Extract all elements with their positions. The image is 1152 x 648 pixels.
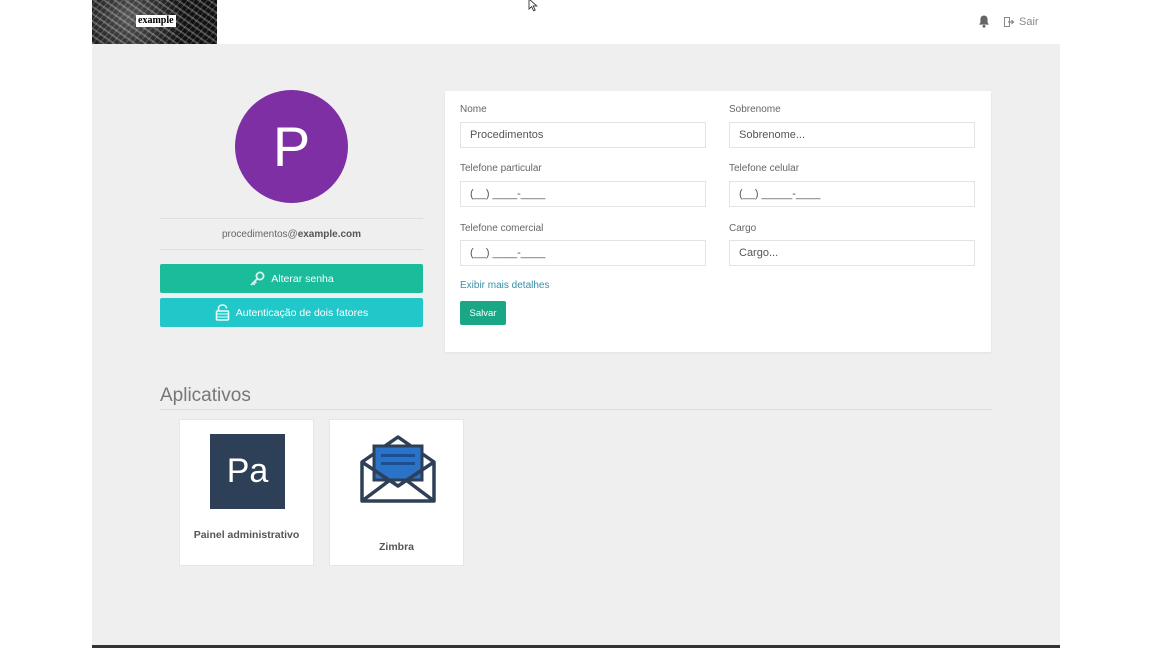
avatar: P bbox=[235, 90, 348, 203]
sobrenome-label: Sobrenome bbox=[729, 104, 781, 115]
padlock-icon bbox=[215, 304, 230, 321]
two-factor-button[interactable]: Autenticação de dois fatores bbox=[160, 298, 423, 327]
app-name: Zimbra bbox=[378, 541, 414, 553]
app-frame: example Sair P procedimentos@ example.com… bbox=[92, 0, 1060, 648]
logout-label: Sair bbox=[1019, 16, 1039, 28]
top-navbar: example Sair bbox=[92, 0, 1060, 44]
user-email: procedimentos@ example.com bbox=[160, 218, 423, 250]
logo-text: example bbox=[136, 15, 176, 27]
key-icon bbox=[250, 271, 265, 286]
app-name: Painel administrativo bbox=[193, 529, 300, 541]
telefone-particular-label: Telefone particular bbox=[460, 163, 542, 174]
cargo-input[interactable]: Cargo... bbox=[729, 240, 975, 266]
two-factor-label: Autenticação de dois fatores bbox=[235, 306, 369, 319]
telefone-celular-input[interactable]: (__) _____-____ bbox=[729, 181, 975, 207]
cargo-label: Cargo bbox=[729, 223, 757, 234]
telefone-celular-label: Telefone celular bbox=[729, 163, 800, 174]
sobrenome-input[interactable]: Sobrenome... bbox=[729, 122, 975, 148]
profile-form-card: Nome Procedimentos Sobrenome Sobrenome..… bbox=[445, 91, 991, 352]
apps-divider bbox=[160, 409, 992, 410]
email-user: procedimentos@ bbox=[221, 228, 298, 240]
save-button[interactable]: Salvar bbox=[460, 301, 506, 325]
panel-icon: Pa bbox=[210, 434, 285, 509]
app-tile-zimbra[interactable]: Zimbra bbox=[329, 419, 464, 566]
open-envelope-icon bbox=[360, 435, 436, 503]
show-more-details-link[interactable]: Exibir mais detalhes bbox=[460, 280, 549, 291]
change-password-label: Alterar senha bbox=[271, 272, 334, 285]
change-password-button[interactable]: Alterar senha bbox=[160, 264, 423, 293]
telefone-particular-input[interactable]: (__) ____-____ bbox=[460, 181, 706, 207]
email-domain: example.com bbox=[297, 228, 362, 240]
apps-section-title: Aplicativos bbox=[160, 385, 251, 406]
nome-label: Nome bbox=[460, 104, 487, 115]
brand-logo[interactable]: example bbox=[92, 0, 217, 44]
sign-out-icon bbox=[1004, 17, 1015, 27]
mouse-cursor-icon bbox=[528, 0, 538, 12]
nome-input[interactable]: Procedimentos bbox=[460, 122, 706, 148]
bell-icon[interactable] bbox=[978, 15, 990, 28]
telefone-comercial-label: Telefone comercial bbox=[460, 223, 544, 234]
app-tile-painel-administrativo[interactable]: Pa Painel administrativo bbox=[179, 419, 314, 566]
telefone-comercial-input[interactable]: (__) ____-____ bbox=[460, 240, 706, 266]
logout-button[interactable]: Sair bbox=[1004, 15, 1039, 29]
